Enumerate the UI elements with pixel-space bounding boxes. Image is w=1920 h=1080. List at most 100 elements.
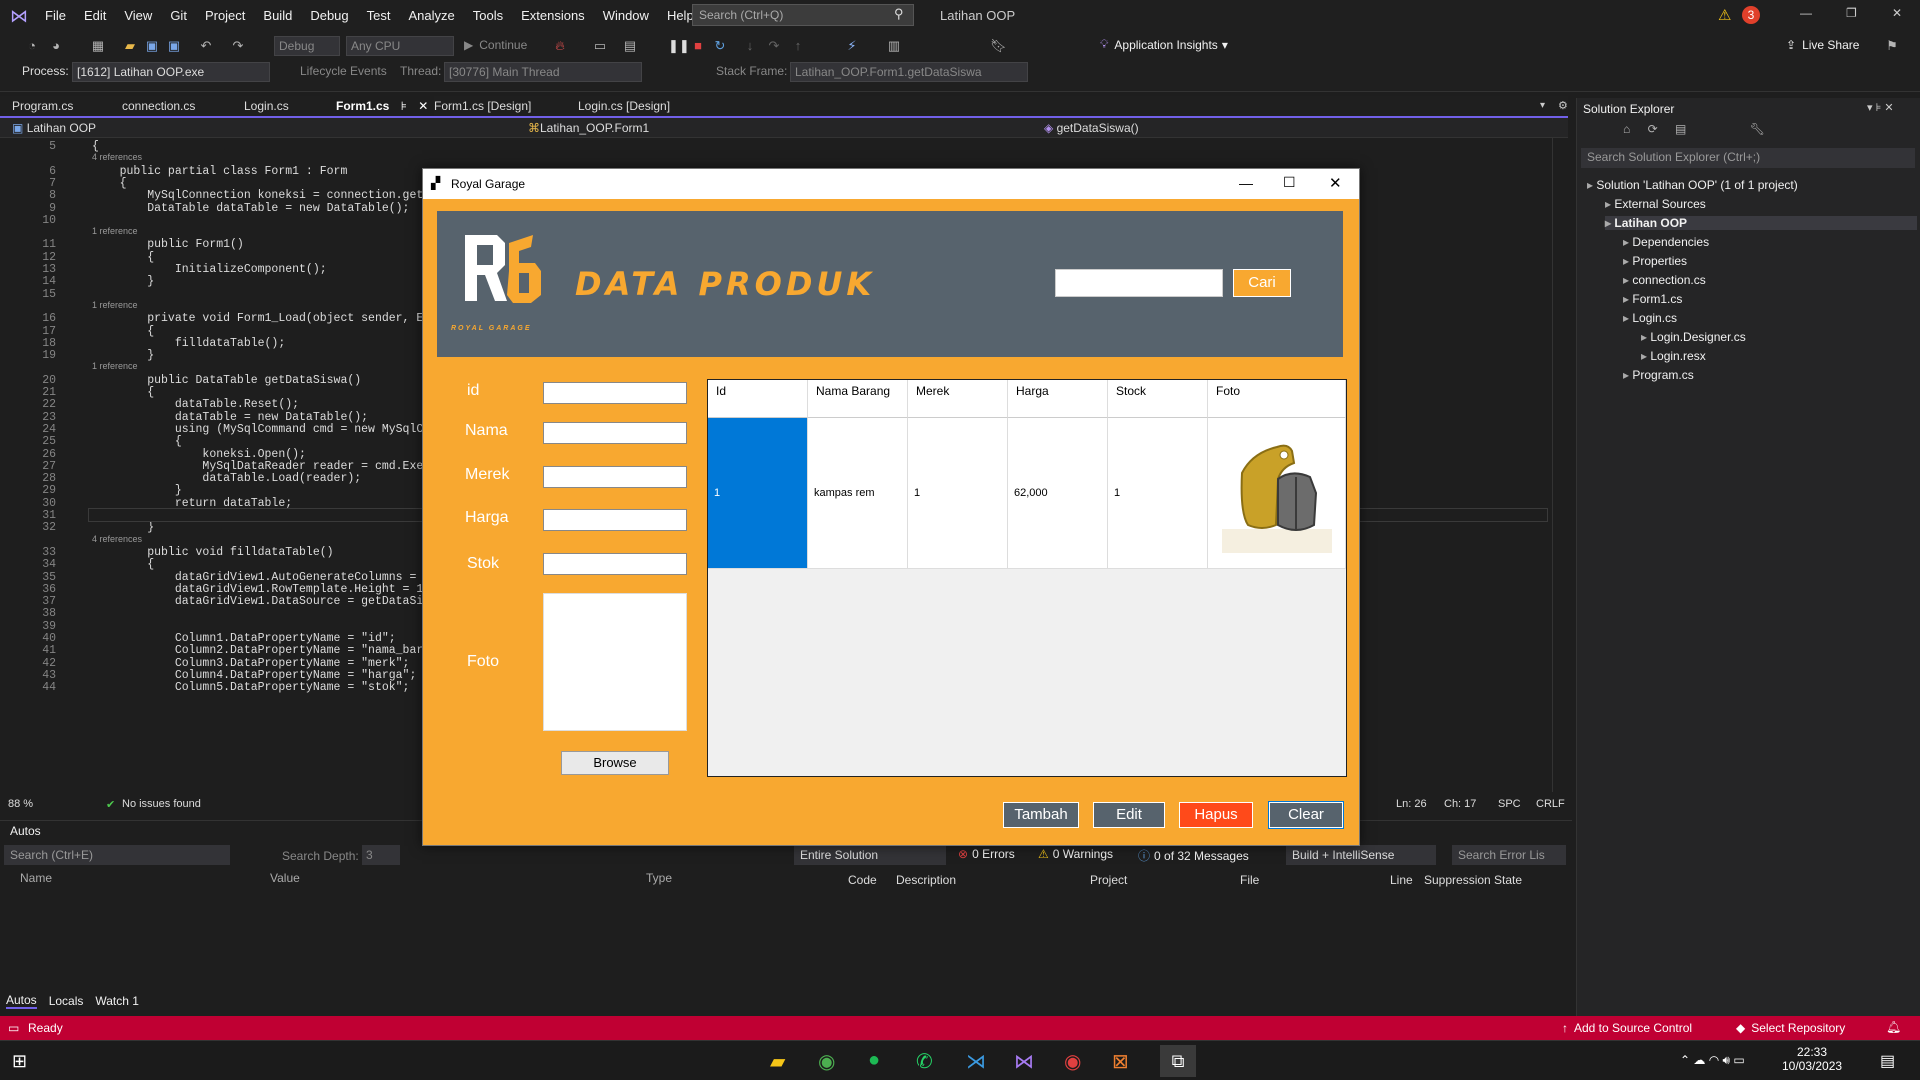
expand-chevron-icon[interactable]: ▸ <box>1641 330 1650 344</box>
grid-header-harga[interactable]: Harga <box>1008 380 1108 418</box>
live-share-button[interactable]: ⇪ Live Share <box>1786 38 1859 52</box>
cari-button[interactable]: Cari <box>1233 269 1291 297</box>
merek-input[interactable] <box>543 466 687 488</box>
save-icon[interactable]: ▣ <box>144 38 160 54</box>
solution-tree-item[interactable]: ▸ Solution 'Latihan OOP' (1 of 1 project… <box>1587 178 1798 192</box>
code-lens-reference[interactable]: 4 references <box>92 152 142 162</box>
grid-header-nama-barang[interactable]: Nama Barang <box>808 380 908 418</box>
continue-button[interactable]: ▶ Continue <box>464 38 527 52</box>
platform-select[interactable]: Any CPU <box>346 36 454 56</box>
menu-build[interactable]: Build <box>254 8 301 23</box>
sync-icon[interactable]: ⟳ <box>1648 122 1658 136</box>
code-lens-reference[interactable]: 1 reference <box>92 361 138 371</box>
back-icon[interactable]: ◔ <box>24 38 40 54</box>
tray-icons[interactable]: ⌃ ☁ ◠ 🔊︎ ▭ <box>1680 1053 1745 1068</box>
pause-icon[interactable]: ❚❚ <box>668 38 690 54</box>
product-search-input[interactable] <box>1055 269 1223 297</box>
solution-tree-item[interactable]: ▸ connection.cs <box>1623 273 1706 287</box>
errors-filter[interactable]: ⊗ 0 Errors <box>958 847 1015 861</box>
tab-locals[interactable]: Locals <box>49 994 84 1008</box>
messages-filter[interactable]: ⓘ 0 of 32 Messages <box>1138 847 1249 864</box>
hot-reload-icon[interactable]: 🔥︎ <box>552 38 568 54</box>
expand-chevron-icon[interactable]: ▸ <box>1623 368 1632 382</box>
menu-extensions[interactable]: Extensions <box>512 8 594 23</box>
expand-chevron-icon[interactable]: ▸ <box>1623 292 1632 306</box>
restore-icon[interactable]: ❐ <box>1846 6 1857 20</box>
window-maximize-icon[interactable]: ☐ <box>1283 174 1296 191</box>
solution-tree-item[interactable]: ▸ Dependencies <box>1623 235 1709 249</box>
autos-col-type[interactable]: Type <box>646 871 672 885</box>
spotify-icon[interactable]: ● <box>868 1049 880 1072</box>
menu-tools[interactable]: Tools <box>464 8 512 23</box>
build-select[interactable]: Build + IntelliSense <box>1286 845 1436 865</box>
clock[interactable]: 22:33 10/03/2023 <box>1782 1045 1842 1073</box>
stop-icon[interactable]: ■ <box>690 38 706 54</box>
browse-button[interactable]: Browse <box>561 751 669 775</box>
harga-input[interactable] <box>543 509 687 531</box>
settings-icon[interactable]: ⚙ <box>1558 99 1568 112</box>
expand-chevron-icon[interactable]: ▸ <box>1623 235 1632 249</box>
tab-program-cs[interactable]: Program.cs <box>12 99 73 116</box>
expand-chevron-icon[interactable]: ▸ <box>1641 349 1650 363</box>
new-project-icon[interactable]: ▦ <box>90 38 106 54</box>
tab-close-icon[interactable]: ✕ <box>418 99 428 113</box>
stackframe-select[interactable]: Latihan_OOP.Form1.getDataSiswa <box>790 62 1028 82</box>
expand-chevron-icon[interactable]: ▸ <box>1623 254 1632 268</box>
hapus-button[interactable]: Hapus <box>1179 802 1253 828</box>
warnings-filter[interactable]: ⚠ 0 Warnings <box>1038 847 1113 861</box>
step-over-icon[interactable]: ↷ <box>766 38 782 54</box>
grid-header-stock[interactable]: Stock <box>1108 380 1208 418</box>
zoom-level[interactable]: 88 % <box>8 798 33 810</box>
autos-search-input[interactable]: Search (Ctrl+E) <box>4 845 230 865</box>
action-center-icon[interactable]: ▤ <box>1880 1051 1895 1071</box>
panel-menu-icon[interactable]: ▾ ⊧ ✕ <box>1867 101 1894 114</box>
expand-chevron-icon[interactable]: ▸ <box>1587 178 1596 192</box>
vscode-icon[interactable]: ⋊ <box>966 1049 986 1074</box>
select-repository-button[interactable]: ◆ Select Repository <box>1736 1021 1845 1035</box>
browser-icon[interactable]: ▭ <box>592 38 608 54</box>
pin-icon[interactable]: ⊧ <box>401 99 407 113</box>
tab-login-design[interactable]: Login.cs [Design] <box>578 99 670 116</box>
tab-login-cs[interactable]: Login.cs <box>244 99 289 116</box>
autos-col-value[interactable]: Value <box>270 871 300 885</box>
menu-debug[interactable]: Debug <box>301 8 357 23</box>
close-icon[interactable]: ✕ <box>1892 6 1902 20</box>
tambah-button[interactable]: Tambah <box>1003 802 1079 828</box>
col-code[interactable]: Code <box>848 873 877 887</box>
warning-icon[interactable]: ⚠ <box>1718 6 1731 24</box>
expand-chevron-icon[interactable]: ▸ <box>1623 311 1632 325</box>
menu-edit[interactable]: Edit <box>75 8 115 23</box>
forward-icon[interactable]: ◕ <box>48 38 64 54</box>
menu-file[interactable]: File <box>36 8 75 23</box>
lifecycle-events[interactable]: Lifecycle Events <box>300 64 387 78</box>
chrome-icon[interactable]: ◉ <box>818 1049 835 1074</box>
solution-tree-item[interactable]: ▸ Program.cs <box>1623 368 1694 382</box>
solution-tree-item[interactable]: ▸ Form1.cs <box>1623 292 1682 306</box>
solution-tree-item[interactable]: ▸ Login.cs <box>1623 311 1677 325</box>
code-lens-reference[interactable]: 4 references <box>92 534 142 544</box>
col-line[interactable]: Line <box>1390 873 1413 887</box>
thread-icon[interactable]: ▥ <box>886 38 902 54</box>
notification-badge[interactable]: 3 <box>1742 6 1760 24</box>
menu-git[interactable]: Git <box>161 8 196 23</box>
grid-header-merek[interactable]: Merek <box>908 380 1008 418</box>
menu-view[interactable]: View <box>115 8 161 23</box>
solution-tree-item[interactable]: ▸ Latihan OOP <box>1605 216 1917 230</box>
xampp-icon[interactable]: ⊠ <box>1112 1049 1129 1074</box>
visual-studio-icon[interactable]: ⋈ <box>1014 1049 1034 1074</box>
minimize-icon[interactable]: — <box>1800 6 1812 20</box>
chrome-profile-icon[interactable]: ◉ <box>1064 1049 1081 1074</box>
royal-garage-task-icon[interactable]: ⧉ <box>1160 1045 1196 1077</box>
notifications-icon[interactable]: 🔔︎ <box>1886 1020 1901 1034</box>
search-input[interactable]: Search (Ctrl+Q) <box>692 4 914 26</box>
collapse-icon[interactable]: ▤ <box>1675 122 1686 136</box>
home-icon[interactable]: ⌂ <box>1623 122 1630 136</box>
scope-select[interactable]: Entire Solution <box>794 845 946 865</box>
save-all-icon[interactable]: ▣ <box>166 38 182 54</box>
stok-input[interactable] <box>543 553 687 575</box>
whatsapp-icon[interactable]: ✆ <box>916 1049 933 1074</box>
step-into-icon[interactable]: ↓ <box>742 38 758 54</box>
open-folder-icon[interactable]: ▰ <box>122 38 138 54</box>
col-description[interactable]: Description <box>896 873 956 887</box>
window-close-icon[interactable]: ✕ <box>1329 174 1342 192</box>
